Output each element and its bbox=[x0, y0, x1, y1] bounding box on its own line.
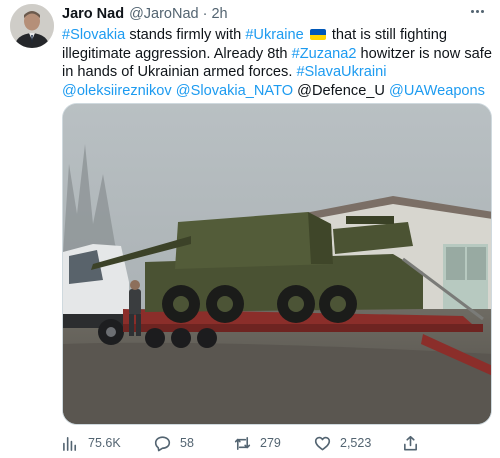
share-icon bbox=[404, 435, 417, 450]
hashtag-zuzana2[interactable]: #Zuzana2 bbox=[292, 46, 357, 62]
timestamp[interactable]: 2h bbox=[211, 6, 227, 22]
mention-slovakia-nato[interactable]: @Slovakia_NATO bbox=[176, 83, 293, 99]
views-button[interactable]: 75.6K bbox=[62, 430, 121, 456]
reply-count: 58 bbox=[180, 436, 194, 450]
more-horizontal-icon[interactable] bbox=[466, 2, 488, 20]
tweet[interactable]: Jaro Nad @JaroNad · 2h #Slovakia stands … bbox=[0, 0, 500, 458]
retweet-count: 279 bbox=[260, 436, 281, 450]
like-button[interactable]: 2,523 bbox=[314, 430, 371, 456]
views-count: 75.6K bbox=[88, 436, 121, 450]
hashtag-slavaukraini[interactable]: #SlavaUkraini bbox=[296, 64, 386, 80]
hashtag-slovakia[interactable]: #Slovakia bbox=[62, 27, 125, 43]
share-button[interactable] bbox=[402, 430, 419, 456]
retweet-button[interactable]: 279 bbox=[234, 430, 281, 456]
ukraine-flag-icon bbox=[309, 29, 326, 40]
mention-uaweapons[interactable]: @UAWeapons bbox=[389, 83, 485, 99]
text-defence-u: @Defence_U bbox=[297, 82, 385, 99]
tweet-header: Jaro Nad @JaroNad · 2h bbox=[62, 4, 228, 24]
reply-icon bbox=[154, 435, 171, 451]
hashtag-ukraine[interactable]: #Ukraine bbox=[245, 27, 303, 43]
heart-icon bbox=[314, 436, 331, 450]
mention-oleksiireznikov[interactable]: @oleksiireznikov bbox=[62, 83, 172, 99]
views-icon bbox=[63, 436, 77, 451]
howitzer-photo bbox=[63, 104, 491, 424]
action-bar: 75.6K 58 279 2,523 bbox=[62, 430, 492, 456]
like-count: 2,523 bbox=[340, 436, 372, 450]
reply-button[interactable]: 58 bbox=[154, 430, 194, 456]
author-name[interactable]: Jaro Nad bbox=[62, 6, 124, 22]
author-handle[interactable]: @JaroNad bbox=[129, 6, 199, 22]
tweet-text: #Slovakia stands firmly with #Ukraine th… bbox=[62, 26, 492, 100]
retweet-icon bbox=[234, 436, 251, 450]
separator-dot: · bbox=[202, 6, 208, 22]
avatar[interactable] bbox=[10, 4, 54, 48]
tweet-photo[interactable] bbox=[62, 103, 492, 425]
text-segment: stands firmly with bbox=[125, 27, 246, 43]
